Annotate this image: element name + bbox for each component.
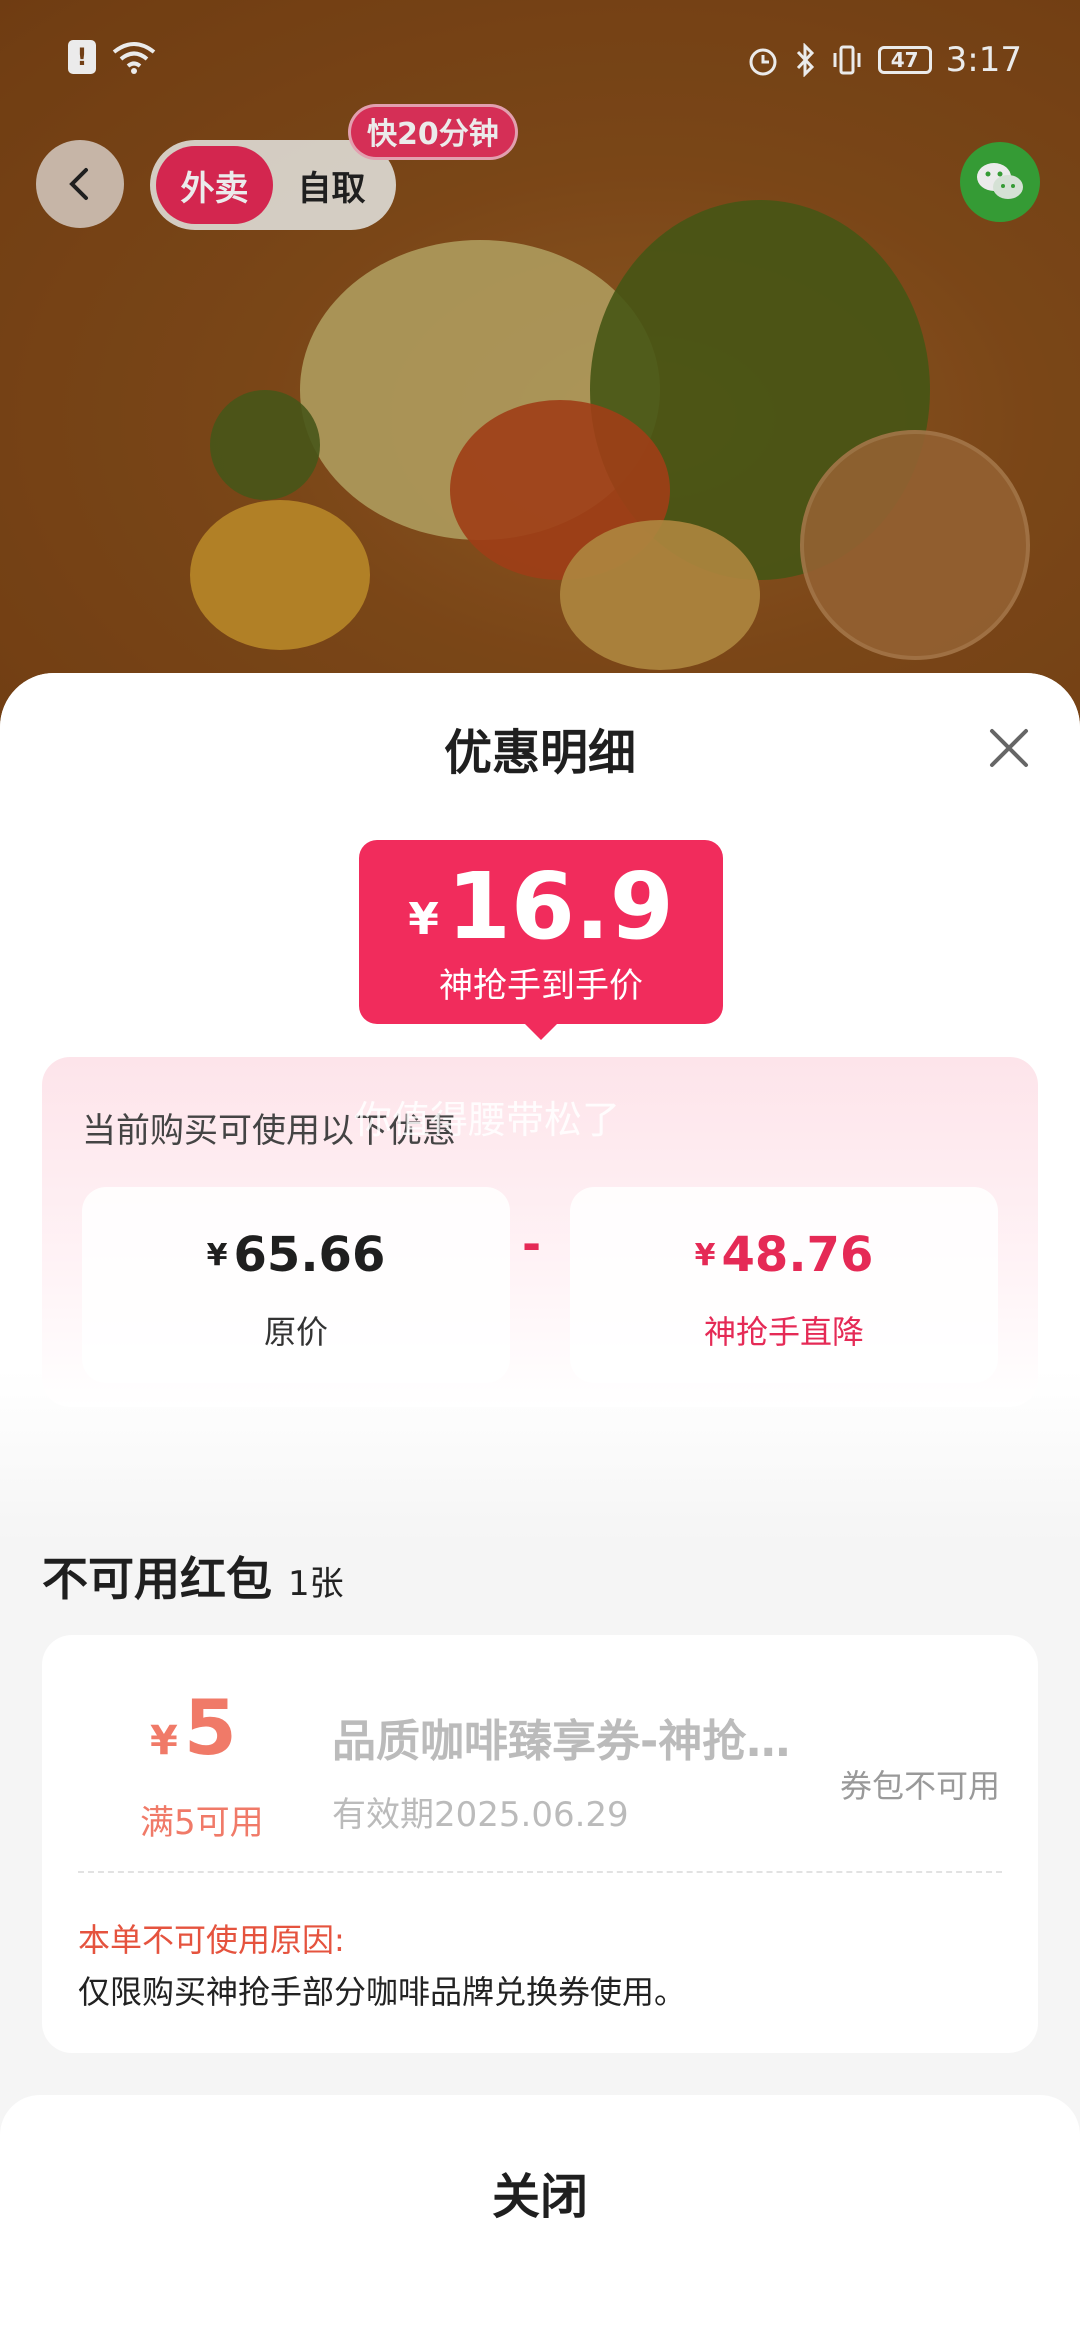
watermark-text: 你值得腰带松了 <box>354 1098 621 1142</box>
minus-sign: - <box>522 1217 542 1271</box>
original-price-label: 原价 <box>263 1313 328 1351</box>
reduction-label: 神抢手直降 <box>703 1313 864 1351</box>
coupon-card: ¥5 满5可用 品质咖啡臻享券-神抢手部分咖啡品牌兑换券 有效期2025.06.… <box>42 1635 1038 2053</box>
final-price-value: 16.9 <box>446 853 674 960</box>
original-price-value: 65.66 <box>233 1227 386 1283</box>
sheet-title: 优惠明细 <box>443 725 636 781</box>
discount-detail-sheet: 优惠明细 ¥16.9 神抢手到手价 当前购买可使用以下优惠 你值得腰带松了 ¥6… <box>0 673 1080 2340</box>
discount-breakdown-panel: 当前购买可使用以下优惠 你值得腰带松了 ¥65.66 原价 - ¥48.76 神… <box>42 1057 1038 1407</box>
coupon-amount: 5 <box>183 1683 237 1772</box>
unusable-coupons-heading: 不可用红包 1张 <box>42 1552 344 1606</box>
original-price-card: ¥65.66 原价 <box>82 1187 510 1383</box>
reduction-value: 48.76 <box>721 1227 874 1283</box>
divider <box>78 1871 1002 1873</box>
close-icon[interactable] <box>984 723 1034 773</box>
reason-text: 仅限购买神抢手部分咖啡品牌兑换券使用。 <box>78 1973 687 2011</box>
currency-symbol: ¥ <box>408 894 439 945</box>
final-price-badge: ¥16.9 神抢手到手价 <box>359 840 723 1040</box>
coupon-status: 券包不可用 <box>839 1767 1000 1805</box>
direct-reduction-card: ¥48.76 神抢手直降 <box>570 1187 998 1383</box>
reason-title: 本单不可使用原因: <box>78 1921 345 1959</box>
close-button-label: 关闭 <box>491 2169 588 2225</box>
coupon-expiry: 有效期2025.06.29 <box>332 1795 629 1835</box>
coupon-name: 品质咖啡臻享券-神抢手部分咖啡品牌兑换券 <box>332 1716 802 1767</box>
close-button[interactable]: 关闭 <box>0 2095 1080 2340</box>
unusable-count: 1张 <box>288 1564 344 1604</box>
final-price-label: 神抢手到手价 <box>439 966 643 1006</box>
coupon-condition: 满5可用 <box>140 1803 264 1843</box>
